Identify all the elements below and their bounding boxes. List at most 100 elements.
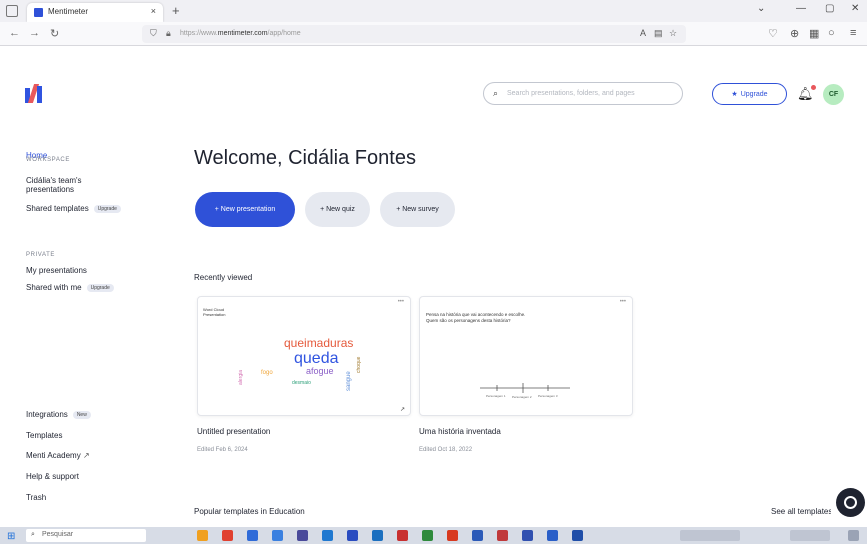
word-cloud-word: fogo	[261, 370, 273, 376]
upgrade-button[interactable]: ★ Upgrade	[712, 83, 787, 105]
notification-dot	[810, 85, 816, 90]
taskbar-app-icon[interactable]	[497, 530, 508, 541]
taskbar-app-icon[interactable]	[197, 530, 208, 541]
menti-academy-label: Menti Academy	[26, 451, 81, 460]
card-edited-date: Edited Feb 6, 2024	[197, 447, 248, 453]
word-cloud-word: queimaduras	[284, 336, 353, 350]
sidebar-item-trash[interactable]: Trash	[26, 493, 46, 502]
taskbar-app-icon[interactable]	[422, 530, 433, 541]
team-presentations-label-1: Cidália's team's	[26, 176, 82, 185]
integrations-label: Integrations	[26, 410, 68, 419]
taskbar-tray[interactable]	[680, 530, 740, 541]
taskbar-app-icon[interactable]	[472, 530, 483, 541]
tab-close-icon[interactable]: ×	[151, 6, 156, 16]
upgrade-pill: Upgrade	[93, 204, 121, 213]
sidebar-item-menti-academy[interactable]: Menti Academy ↗	[26, 451, 90, 460]
menu-icon[interactable]: ≡	[850, 27, 856, 39]
reader-view-icon[interactable]: ▤	[654, 28, 663, 39]
see-all-templates-link[interactable]: See all templates	[771, 507, 831, 516]
avatar[interactable]: CF	[823, 84, 844, 105]
sidebar-item-templates[interactable]: Templates	[26, 431, 62, 440]
mentimeter-logo[interactable]	[25, 84, 42, 103]
lock-icon[interactable]: 🔒︎	[166, 28, 171, 39]
taskbar-app-icon[interactable]	[447, 530, 458, 541]
taskbar-app-icon[interactable]	[222, 530, 233, 541]
sidebar-item-shared-templates[interactable]: Shared templates Upgrade	[26, 204, 121, 213]
node-label: Personagem 1	[486, 394, 506, 398]
card-title[interactable]: Untitled presentation	[197, 427, 270, 436]
taskbar-app-icon[interactable]	[547, 530, 558, 541]
notifications-icon[interactable]: 🔔︎	[797, 85, 816, 102]
notification-center-icon[interactable]	[848, 530, 859, 541]
address-bar[interactable]: ⛉ 🔒︎ https://www.mentimeter.com/app/home…	[142, 25, 686, 43]
back-icon[interactable]: ←	[9, 27, 20, 39]
taskbar-search-input[interactable]: ⌕ Pesquisar	[26, 529, 146, 542]
node-label: Personagem 2	[512, 395, 532, 399]
close-window-button[interactable]: ✕	[851, 3, 859, 14]
star-icon: ★	[731, 91, 738, 98]
new-pill: New	[72, 410, 91, 419]
new-quiz-button[interactable]: + New quiz	[305, 192, 370, 227]
sidebar-item-my-presentations[interactable]: My presentations	[26, 266, 87, 275]
taskbar-app-icon[interactable]	[522, 530, 533, 541]
maximize-button[interactable]: ▢	[825, 3, 834, 14]
search-icon: ⌕	[493, 88, 499, 98]
recently-viewed-heading: Recently viewed	[194, 273, 253, 282]
word-cloud-word: choque	[356, 356, 362, 373]
upgrade-pill: Upgrade	[86, 283, 114, 292]
card-title[interactable]: Uma história inventada	[419, 427, 501, 436]
browser-tab[interactable]: Mentimeter ×	[27, 3, 163, 22]
taskbar-app-icon[interactable]	[372, 530, 383, 541]
page-title: Welcome, Cidália Fontes	[194, 147, 416, 169]
taskbar-app-icon[interactable]	[322, 530, 333, 541]
presentation-card[interactable]: ••• Pensa na história que vai acontecend…	[419, 296, 633, 416]
shared-templates-label: Shared templates	[26, 204, 89, 213]
search-icon: ⌕	[31, 531, 35, 538]
new-presentation-button[interactable]: + New presentation	[195, 192, 295, 227]
taskbar-app-icon[interactable]	[397, 530, 408, 541]
workspace-heading: WORKSPACE	[26, 157, 70, 163]
word-cloud-word: desmaio	[292, 380, 311, 386]
taskbar-app-icon[interactable]	[247, 530, 258, 541]
extension-icon[interactable]: ▦	[809, 27, 819, 40]
pocket-icon[interactable]: ♡	[768, 27, 778, 40]
forward-icon[interactable]: →	[29, 27, 40, 39]
sidebar-item-shared-with-me[interactable]: Shared with me Upgrade	[26, 283, 114, 292]
node-label: Personagem 3	[538, 394, 558, 398]
taskbar-clock[interactable]	[790, 530, 830, 541]
story-thumbnail: Personagem 1 Personagem 2 Personagem 3	[480, 383, 570, 399]
word-cloud-word: sangue	[346, 371, 352, 391]
sidebar-item-team-presentations[interactable]: Cidália's team's presentations	[26, 176, 82, 194]
tracking-shield-icon[interactable]: ⛉	[150, 28, 157, 39]
taskbar-app-icon[interactable]	[347, 530, 358, 541]
search-input[interactable]: ⌕ Search presentations, folders, and pag…	[483, 82, 683, 105]
tab-list-icon[interactable]	[6, 5, 18, 17]
sidebar-item-integrations[interactable]: Integrations New	[26, 410, 91, 419]
downloads-icon[interactable]: ⊕	[790, 27, 799, 40]
word-cloud-word: afogue	[306, 366, 334, 376]
reload-icon[interactable]: ↻	[50, 27, 59, 40]
tab-overflow-icon[interactable]: ⌄	[757, 3, 765, 14]
account-icon[interactable]: ○	[828, 27, 835, 39]
url-text[interactable]: https://www.mentimeter.com/app/home	[180, 30, 301, 37]
new-tab-button[interactable]: +	[172, 3, 180, 18]
translate-icon[interactable]: A	[640, 28, 646, 38]
word-cloud-word: queda	[294, 350, 339, 367]
sidebar-item-help-support[interactable]: Help & support	[26, 472, 79, 481]
taskbar-app-icon[interactable]	[297, 530, 308, 541]
windows-start-icon[interactable]: ⊞	[7, 531, 15, 542]
chat-support-button[interactable]	[836, 488, 865, 517]
minimize-button[interactable]: —	[796, 3, 806, 14]
browser-tab-bar: Mentimeter × + ⌄ — ▢ ✕	[0, 0, 867, 22]
card-edited-date: Edited Oct 18, 2022	[419, 447, 473, 453]
new-survey-button[interactable]: + New survey	[380, 192, 455, 227]
private-heading: PRIVATE	[26, 252, 55, 258]
word-cloud-word: alergia	[238, 370, 244, 385]
taskbar-app-icon[interactable]	[272, 530, 283, 541]
taskbar-app-icon[interactable]	[572, 530, 583, 541]
windows-taskbar: ⊞ ⌕ Pesquisar	[0, 527, 867, 544]
presentation-card[interactable]: ••• Word Cloud Presentation queimaduras q…	[197, 296, 411, 416]
word-cloud-thumbnail: queimaduras queda afogue fogo desmaio al…	[238, 336, 405, 413]
upgrade-label: Upgrade	[740, 90, 768, 98]
bookmark-star-icon[interactable]: ☆	[669, 28, 677, 39]
